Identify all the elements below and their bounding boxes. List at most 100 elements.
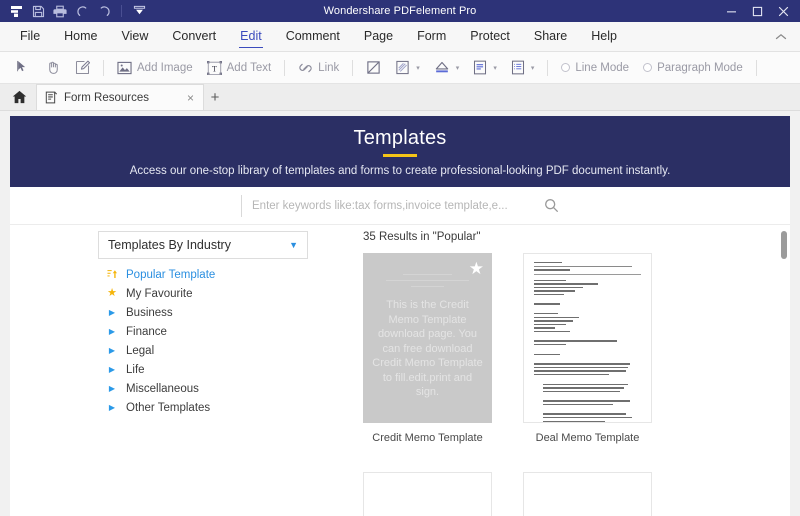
templates-page: Templates Access our one-stop library of… <box>10 116 790 516</box>
add-text-label: Add Text <box>226 61 272 74</box>
sidebar-item-business[interactable]: ▶ Business <box>98 303 308 322</box>
toolbar-divider <box>284 59 286 76</box>
sidebar-item-label: Other Templates <box>126 401 211 414</box>
left-spacer <box>10 225 98 516</box>
document-tab-bar: Form Resources × + <box>0 84 800 111</box>
hand-tool-button[interactable] <box>39 55 68 81</box>
paragraph-mode-label: Paragraph Mode <box>657 61 743 74</box>
tab-close-icon[interactable]: × <box>184 91 197 105</box>
sidebar-item-other-templates[interactable]: ▶ Other Templates <box>98 398 308 417</box>
sidebar-item-label: Miscellaneous <box>126 382 199 395</box>
triangle-right-icon[interactable]: ▶ <box>106 403 118 412</box>
template-thumbnail[interactable]: This is the Credit Memo Template downloa… <box>363 253 492 423</box>
menu-item-home[interactable]: Home <box>52 22 109 52</box>
customize-dropdown-icon[interactable] <box>129 2 149 20</box>
header-footer-button[interactable]: ▾ <box>466 55 504 81</box>
sidebar-item-legal[interactable]: ▶ Legal <box>98 341 308 360</box>
sidebar-item-label: My Favourite <box>126 287 193 300</box>
background-button[interactable]: ▾ <box>427 55 467 81</box>
chevron-down-icon[interactable]: ▼ <box>289 240 298 250</box>
industry-dropdown[interactable]: Templates By Industry ▼ <box>98 231 308 259</box>
tab-form-resources[interactable]: Form Resources × <box>36 84 204 110</box>
link-button[interactable]: Link <box>291 55 346 81</box>
background-caret-icon[interactable]: ▾ <box>456 64 460 72</box>
search-input[interactable] <box>252 199 538 212</box>
close-button[interactable] <box>770 0 796 22</box>
form-icon <box>45 91 58 104</box>
tab-label: Form Resources <box>64 91 149 104</box>
undo-icon[interactable] <box>72 2 92 20</box>
add-image-button[interactable]: Add Image <box>110 55 200 81</box>
maximize-button[interactable] <box>744 0 770 22</box>
edit-toolbar: Add Image T Add Text Link ▾ ▾ ▾ ▾ Line M… <box>0 52 800 84</box>
search-icon[interactable] <box>544 198 559 213</box>
bates-caret-icon[interactable]: ▾ <box>531 64 535 72</box>
home-icon[interactable] <box>6 84 32 110</box>
sidebar-item-miscellaneous[interactable]: ▶ Miscellaneous <box>98 379 308 398</box>
sidebar-item-my-favourite[interactable]: ★ My Favourite <box>98 284 308 303</box>
triangle-right-icon[interactable]: ▶ <box>106 365 118 374</box>
content-area: Templates Access our one-stop library of… <box>0 111 800 516</box>
menu-item-convert[interactable]: Convert <box>160 22 228 52</box>
print-icon[interactable] <box>50 2 70 20</box>
template-card[interactable] <box>363 472 492 516</box>
edit-tool-button[interactable] <box>68 55 97 81</box>
template-card[interactable]: Deal Memo Template <box>523 253 652 444</box>
template-thumbnail[interactable] <box>523 253 652 423</box>
bates-numbering-button[interactable]: ▾ <box>504 55 542 81</box>
watermark-caret-icon[interactable]: ▾ <box>416 64 420 72</box>
watermark-button[interactable]: ▾ <box>388 55 427 81</box>
search-row <box>10 187 790 225</box>
menu-item-protect[interactable]: Protect <box>458 22 522 52</box>
menu-item-file[interactable]: File <box>8 22 52 52</box>
sidebar-item-label: Business <box>126 306 173 319</box>
document-preview <box>534 262 641 422</box>
template-overlay-text: This is the Credit Memo Template downloa… <box>372 299 483 398</box>
triangle-right-icon[interactable]: ▶ <box>106 308 118 317</box>
banner-subtitle: Access our one-stop library of templates… <box>129 164 671 177</box>
triangle-right-icon[interactable]: ▶ <box>106 346 118 355</box>
menu-item-comment[interactable]: Comment <box>274 22 352 52</box>
save-icon[interactable] <box>28 2 48 20</box>
select-tool-button[interactable] <box>10 55 39 81</box>
favourite-star-icon[interactable]: ★ <box>469 260 484 277</box>
templates-body: Templates By Industry ▼ Popular Template… <box>10 225 790 516</box>
templates-banner: Templates Access our one-stop library of… <box>10 116 790 187</box>
page-title: Templates <box>353 126 447 149</box>
menu-item-share[interactable]: Share <box>522 22 579 52</box>
results-scrollbar[interactable] <box>780 225 788 516</box>
sidebar-item-life[interactable]: ▶ Life <box>98 360 308 379</box>
sidebar-item-label: Legal <box>126 344 155 357</box>
line-mode-radio[interactable]: Line Mode <box>554 55 636 81</box>
redo-icon[interactable] <box>94 2 114 20</box>
minimize-button[interactable] <box>718 0 744 22</box>
quick-access-toolbar <box>0 2 149 20</box>
template-thumbnail[interactable] <box>523 472 652 516</box>
menu-item-form[interactable]: Form <box>405 22 458 52</box>
window-controls <box>718 0 800 22</box>
search-box[interactable] <box>241 194 559 217</box>
header-footer-caret-icon[interactable]: ▾ <box>493 64 497 72</box>
scrollbar-thumb[interactable] <box>781 231 787 259</box>
template-card[interactable] <box>523 472 652 516</box>
menu-item-help[interactable]: Help <box>579 22 629 52</box>
menu-item-view[interactable]: View <box>110 22 161 52</box>
paragraph-mode-radio[interactable]: Paragraph Mode <box>636 55 750 81</box>
triangle-right-icon[interactable]: ▶ <box>106 327 118 336</box>
toolbar-divider <box>755 59 757 76</box>
sidebar-item-finance[interactable]: ▶ Finance <box>98 322 308 341</box>
link-label: Link <box>318 61 340 74</box>
triangle-right-icon[interactable]: ▶ <box>106 384 118 393</box>
app-logo-icon[interactable] <box>6 2 26 20</box>
template-thumbnail[interactable] <box>363 472 492 516</box>
template-card[interactable]: This is the Credit Memo Template downloa… <box>363 253 492 444</box>
template-card-label: Credit Memo Template <box>372 432 483 444</box>
crop-button[interactable] <box>359 55 388 81</box>
collapse-ribbon-icon[interactable] <box>772 28 790 46</box>
menu-item-page[interactable]: Page <box>352 22 405 52</box>
industry-dropdown-label: Templates By Industry <box>108 238 231 252</box>
menu-item-edit[interactable]: Edit <box>228 22 274 52</box>
add-text-button[interactable]: T Add Text <box>200 55 279 81</box>
sidebar-item-popular-template[interactable]: Popular Template <box>98 265 308 284</box>
new-tab-button[interactable]: + <box>204 84 226 110</box>
